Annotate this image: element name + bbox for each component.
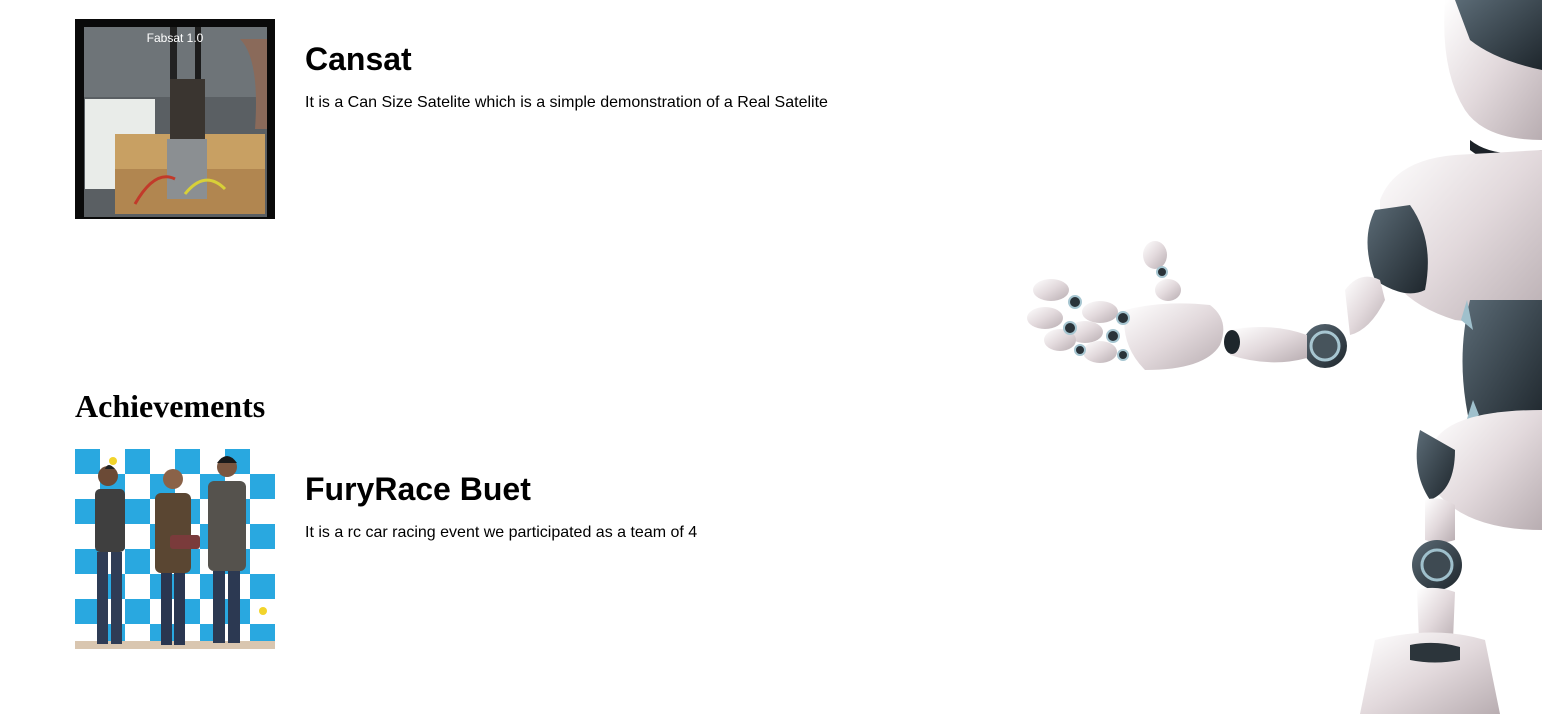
- achievement-description: It is a rc car racing event we participa…: [305, 523, 698, 541]
- achievement-card-furyrace: FuryRace Buet It is a rc car racing even…: [75, 449, 697, 649]
- furyrace-image: [75, 449, 275, 649]
- cansat-card-body: Cansat It is a Can Size Satelite which i…: [305, 19, 828, 112]
- achievement-title: FuryRace Buet: [305, 471, 531, 507]
- cansat-image: Fabsat 1.0: [75, 19, 275, 219]
- achievements-heading: Achievements: [75, 388, 266, 424]
- cansat-image-label: Fabsat 1.0: [147, 31, 204, 45]
- robot-illustration: [1015, 0, 1542, 714]
- project-card-cansat: Fabsat 1.0 Cansat It is a Can Size Satel…: [75, 19, 828, 219]
- page: Fabsat 1.0 Cansat It is a Can Size Satel…: [0, 0, 1542, 714]
- project-description: It is a Can Size Satelite which is a sim…: [305, 93, 828, 111]
- furyrace-card-body: FuryRace Buet It is a rc car racing even…: [305, 449, 697, 542]
- project-title: Cansat: [305, 41, 412, 77]
